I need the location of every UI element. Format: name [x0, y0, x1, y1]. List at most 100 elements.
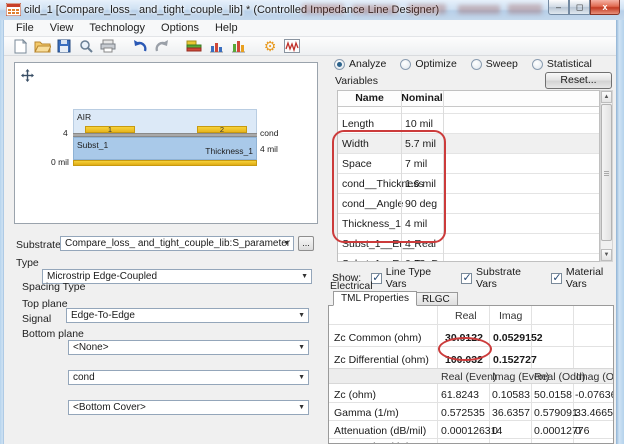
- radio-statistical[interactable]: Statistical: [532, 58, 592, 70]
- zc-imag-odd[interactable]: -0.0763633: [575, 389, 614, 401]
- header-imag-odd: Imag (Odd: [576, 371, 614, 383]
- pan-move-icon[interactable]: [21, 69, 34, 82]
- watermark-smudge: [458, 5, 500, 14]
- menu-file[interactable]: File: [8, 21, 42, 35]
- var-nominal[interactable]: 0.02: [401, 258, 443, 263]
- row-label-zc-differential: Zc Differential (ohm): [334, 354, 429, 366]
- table-row-width[interactable]: Width5.7 mil: [338, 134, 599, 154]
- scroll-down-icon[interactable]: ▼: [601, 249, 612, 261]
- watermark-smudge: [408, 4, 446, 14]
- zc-common-real[interactable]: 30.9122: [445, 332, 483, 344]
- checkbox-line-type-vars[interactable]: Line Type Vars: [371, 266, 451, 290]
- zc-differential-imag[interactable]: 0.152727: [493, 354, 537, 366]
- var-nominal[interactable]: 7 mil: [401, 158, 443, 170]
- table-row-space[interactable]: Space7 mil: [338, 154, 599, 174]
- substrate-layer[interactable]: Subst_1 Thickness_1: [73, 137, 257, 160]
- new-document-icon[interactable]: [10, 38, 30, 55]
- var-nominal[interactable]: 5.7 mil: [401, 138, 443, 150]
- menu-technology[interactable]: Technology: [81, 21, 153, 35]
- signal-dropdown[interactable]: cond▼: [68, 370, 309, 385]
- radio-sweep[interactable]: Sweep: [471, 58, 518, 70]
- checkbox-label: Material Vars: [566, 266, 624, 290]
- radio-dot: [334, 59, 345, 70]
- chevron-down-icon: ▼: [298, 404, 305, 411]
- substrate-stack-icon[interactable]: [184, 38, 204, 55]
- table-row-cond-angle[interactable]: cond__Angle90 deg: [338, 194, 599, 214]
- spacing-type-dropdown[interactable]: Edge-To-Edge▼: [66, 308, 309, 323]
- tml-properties-panel[interactable]: Real Imag Zc Common (ohm) 30.9122 0.0529…: [328, 305, 614, 444]
- scrolled-row-sliver: [338, 107, 599, 114]
- reset-button[interactable]: Reset...: [545, 72, 612, 89]
- variables-label: Variables: [335, 75, 378, 87]
- signal-value: cond: [73, 372, 95, 383]
- radio-dot: [532, 59, 543, 70]
- table-row-thickness-1[interactable]: Thickness_14 mil: [338, 214, 599, 234]
- radio-dot: [400, 59, 411, 70]
- zoom-icon[interactable]: [76, 38, 96, 55]
- conductor-1[interactable]: 1: [85, 126, 135, 133]
- radio-optimize[interactable]: Optimize: [400, 58, 456, 70]
- maximize-button[interactable]: ◻: [569, 0, 590, 15]
- bottom-plane-label: Bottom plane: [22, 328, 84, 340]
- variables-table[interactable]: Name Nominal Length10 mil Width5.7 mil S…: [337, 90, 600, 262]
- window-controls: – ◻ x: [548, 0, 620, 16]
- table-row-er-tand[interactable]: Subst_1__Er__TanD0.02: [338, 254, 599, 262]
- menu-view[interactable]: View: [42, 21, 82, 35]
- gamma-imag-odd[interactable]: 33.4665: [575, 407, 613, 419]
- cross-section-panel[interactable]: AIR 1 2 Subst_1 Thickness_1 4 0 mil cond…: [14, 62, 318, 224]
- gear-icon[interactable]: ⚙: [260, 38, 280, 55]
- scrollbar-thumb[interactable]: [601, 104, 612, 241]
- close-button[interactable]: x: [590, 0, 620, 15]
- variables-scrollbar[interactable]: ▲ ▼: [600, 90, 613, 262]
- bar-chart-icon[interactable]: [206, 38, 226, 55]
- zc-common-imag[interactable]: 0.0529152: [493, 332, 543, 344]
- gamma-imag-even[interactable]: 36.6357: [492, 407, 530, 419]
- bottom-plane-layer[interactable]: [73, 160, 257, 166]
- watermark-smudge: [302, 4, 344, 14]
- radio-analyze[interactable]: Analyze: [334, 58, 386, 70]
- header-real: Real: [455, 310, 477, 322]
- title-bar[interactable]: cild_1 [Compare_loss_ and_tight_couple_l…: [0, 0, 624, 21]
- att-dbmil-real-odd[interactable]: 0.00012776: [534, 425, 589, 437]
- substrate-browse-button[interactable]: ...: [298, 236, 314, 251]
- menu-options[interactable]: Options: [153, 21, 207, 35]
- tab-tml-properties[interactable]: TML Properties: [333, 291, 417, 306]
- att-dbmil-imag-even[interactable]: 0: [492, 425, 498, 437]
- var-nominal[interactable]: 4 mil: [401, 218, 443, 230]
- zc-real-even[interactable]: 61.8243: [441, 389, 479, 401]
- mode-radio-group: Analyze Optimize Sweep Statistical: [334, 58, 592, 70]
- att-dbmil-imag-odd[interactable]: 0: [575, 425, 581, 437]
- menu-help[interactable]: Help: [207, 21, 246, 35]
- zc-real-odd[interactable]: 50.0158: [534, 389, 572, 401]
- checkbox-material-vars[interactable]: Material Vars: [551, 266, 624, 290]
- var-nominal[interactable]: 10 mil: [401, 118, 443, 130]
- var-name: Space: [338, 158, 401, 170]
- save-icon[interactable]: [54, 38, 74, 55]
- zc-differential-real[interactable]: 100.032: [445, 354, 483, 366]
- checkbox-substrate-vars[interactable]: Substrate Vars: [461, 266, 541, 290]
- column-chart-icon[interactable]: [228, 38, 248, 55]
- bottom-plane-dropdown[interactable]: <Bottom Cover>▼: [68, 400, 309, 415]
- header-real-even: Real (Even): [441, 371, 496, 383]
- print-icon[interactable]: [98, 38, 118, 55]
- gamma-real-even[interactable]: 0.572535: [441, 407, 485, 419]
- waveform-icon[interactable]: [282, 38, 302, 55]
- var-nominal[interactable]: 1.6 mil: [401, 178, 443, 190]
- table-row-length[interactable]: Length10 mil: [338, 114, 599, 134]
- scroll-up-icon[interactable]: ▲: [601, 91, 612, 103]
- gamma-real-odd[interactable]: 0.579091: [534, 407, 578, 419]
- undo-icon[interactable]: [130, 38, 150, 55]
- table-row-er-real[interactable]: Subst_1__Er__Real4: [338, 234, 599, 254]
- var-nominal[interactable]: 4: [401, 238, 443, 250]
- open-folder-icon[interactable]: [32, 38, 52, 55]
- top-plane-dropdown[interactable]: <None>▼: [68, 340, 309, 355]
- zc-imag-even[interactable]: 0.10583: [492, 389, 530, 401]
- table-row-cond-thickness[interactable]: cond__Thickness1.6 mil: [338, 174, 599, 194]
- minimize-button[interactable]: –: [548, 0, 569, 15]
- conductor-2[interactable]: 2: [197, 126, 247, 133]
- redo-icon[interactable]: [152, 38, 172, 55]
- substrate-value: Compare_loss_ and_tight_couple_lib:S_par…: [65, 238, 290, 249]
- checkbox-label: Substrate Vars: [476, 266, 541, 290]
- substrate-dropdown[interactable]: Compare_loss_ and_tight_couple_lib:S_par…: [60, 236, 294, 251]
- var-nominal[interactable]: 90 deg: [401, 198, 443, 210]
